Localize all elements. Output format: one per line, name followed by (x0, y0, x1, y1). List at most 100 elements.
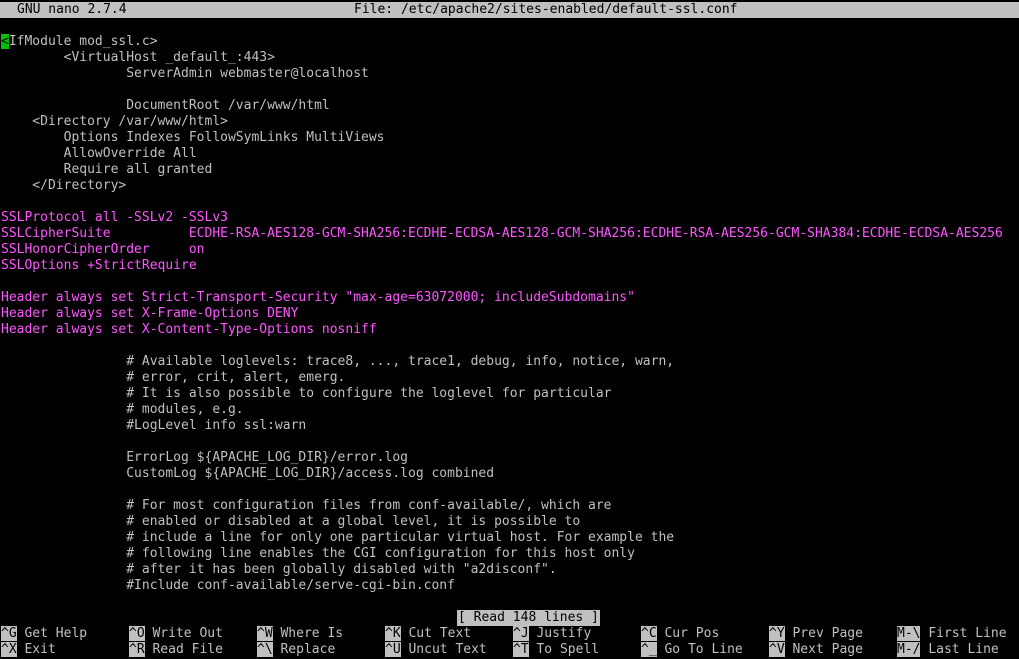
editor-line-text: #Include conf-available/serve-cgi-bin.co… (1, 578, 455, 593)
editor-line[interactable] (1, 434, 1019, 450)
editor-line-text: # For most configuration files from conf… (1, 498, 612, 513)
editor-line[interactable]: Header always set X-Content-Type-Options… (1, 322, 1019, 338)
shortcut-exit[interactable]: ^X Exit (1, 642, 56, 658)
shortcut-next-page[interactable]: ^V Next Page (769, 642, 863, 658)
shortcut-label: Where Is (280, 626, 344, 641)
editor-line-text: # after it has been globally disabled wi… (1, 562, 557, 577)
editor-line[interactable] (1, 338, 1019, 354)
editor-line[interactable]: SSLCipherSuite ECDHE-RSA-AES128-GCM-SHA2… (1, 226, 1019, 242)
shortcut-justify[interactable]: ^J Justify (513, 626, 591, 642)
editor-line[interactable] (1, 274, 1019, 290)
shortcut-key: M-/ (897, 642, 921, 657)
editor-line[interactable] (1, 194, 1019, 210)
shortcut-label: Exit (24, 642, 56, 657)
editor-line-text: Header always set Strict-Transport-Secur… (1, 290, 635, 305)
file-path: File: /etc/apache2/sites-enabled/default… (354, 2, 738, 17)
shortcut-label: Write Out (152, 626, 223, 641)
shortcut-label: Uncut Text (408, 642, 487, 657)
editor-line[interactable]: # include a line for only one particular… (1, 530, 1019, 546)
editor-line-text: SSLCipherSuite ECDHE-RSA-AES128-GCM-SHA2… (1, 226, 1003, 241)
editor-line[interactable]: SSLOptions +StrictRequire (1, 258, 1019, 274)
editor-line-text: # following line enables the CGI configu… (1, 546, 635, 561)
shortcut-prev-page[interactable]: ^Y Prev Page (769, 626, 863, 642)
editor-line-text: Require all granted (1, 162, 213, 177)
editor-line[interactable] (1, 82, 1019, 98)
shortcut-label: Last Line (928, 642, 999, 657)
editor-line-text: SSLOptions +StrictRequire (1, 258, 197, 273)
editor-line[interactable]: Header always set X-Frame-Options DENY (1, 306, 1019, 322)
editor-line[interactable]: SSLHonorCipherOrder on (1, 242, 1019, 258)
editor-line[interactable]: # It is also possible to configure the l… (1, 386, 1019, 402)
shortcut-key: ^C (641, 626, 657, 641)
editor-line-text: Header always set X-Frame-Options DENY (1, 306, 299, 321)
shortcut-uncut-text[interactable]: ^U Uncut Text (385, 642, 487, 658)
editor-line-text: IfModule mod_ssl.c> (8, 34, 158, 49)
shortcut-key: ^T (513, 642, 529, 657)
shortcut-label: Cut Text (408, 626, 472, 641)
shortcut-label: Get Help (24, 626, 88, 641)
shortcut-key: ^U (385, 642, 401, 657)
app-version: GNU nano 2.7.4 (17, 2, 127, 17)
shortcut-write-out[interactable]: ^O Write Out (129, 626, 223, 642)
editor-line-text: # Available loglevels: trace8, ..., trac… (1, 354, 675, 369)
editor-line[interactable]: DocumentRoot /var/www/html (1, 98, 1019, 114)
editor-line-text: # error, crit, alert, emerg. (1, 370, 346, 385)
editor-line-text: CustomLog ${APACHE_LOG_DIR}/access.log c… (1, 466, 495, 481)
editor-line[interactable]: CustomLog ${APACHE_LOG_DIR}/access.log c… (1, 466, 1019, 482)
shortcut-get-help[interactable]: ^G Get Help (1, 626, 87, 642)
editor-line-text: AllowOverride All (1, 146, 197, 161)
editor-line[interactable]: # following line enables the CGI configu… (1, 546, 1019, 562)
shortcut-key: ^W (257, 626, 273, 641)
shortcut-first-line[interactable]: M-\ First Line (897, 626, 1007, 642)
shortcut-replace[interactable]: ^\ Replace (257, 642, 335, 658)
shortcut-label: Go To Line (664, 642, 743, 657)
editor-line-text: DocumentRoot /var/www/html (1, 98, 330, 113)
shortcut-read-file[interactable]: ^R Read File (129, 642, 223, 658)
editor-line[interactable]: SSLProtocol all -SSLv2 -SSLv3 (1, 210, 1019, 226)
editor-line-text: <Directory /var/www/html> (1, 114, 228, 129)
shortcut-key: ^V (769, 642, 785, 657)
editor-line-text: </Directory> (1, 178, 127, 193)
editor-line-text: # include a line for only one particular… (1, 530, 675, 545)
editor-line[interactable]: AllowOverride All (1, 146, 1019, 162)
shortcut-where-is[interactable]: ^W Where Is (257, 626, 343, 642)
editor-line[interactable]: Header always set Strict-Transport-Secur… (1, 290, 1019, 306)
status-message: [ Read 148 lines ] (457, 610, 600, 626)
editor-line[interactable]: <VirtualHost _default_:443> (1, 50, 1019, 66)
shortcut-key: ^X (1, 642, 17, 657)
shortcut-key: ^G (1, 626, 17, 641)
editor-line-text: ServerAdmin webmaster@localhost (1, 66, 369, 81)
shortcut-to-spell[interactable]: ^T To Spell (513, 642, 599, 658)
editor-line[interactable]: ErrorLog ${APACHE_LOG_DIR}/error.log (1, 450, 1019, 466)
editor-line[interactable]: # modules, e.g. (1, 402, 1019, 418)
editor-line[interactable]: </Directory> (1, 178, 1019, 194)
editor-line[interactable]: ServerAdmin webmaster@localhost (1, 66, 1019, 82)
editor-line[interactable]: # error, crit, alert, emerg. (1, 370, 1019, 386)
editor-line[interactable]: <Directory /var/www/html> (1, 114, 1019, 130)
terminal-window[interactable]: GNU nano 2.7.4 File: /etc/apache2/sites-… (0, 0, 1019, 659)
editor-line[interactable]: #Include conf-available/serve-cgi-bin.co… (1, 578, 1019, 594)
editor-line[interactable]: Require all granted (1, 162, 1019, 178)
editor-line[interactable] (1, 482, 1019, 498)
editor-line-text: <VirtualHost _default_:443> (1, 50, 275, 65)
shortcut-label: To Spell (536, 642, 600, 657)
editor-line-text: SSLHonorCipherOrder on (1, 242, 205, 257)
shortcut-cur-pos[interactable]: ^C Cur Pos (641, 626, 719, 642)
shortcut-label: Replace (280, 642, 336, 657)
editor-line[interactable]: # enabled or disabled at a global level,… (1, 514, 1019, 530)
editor-line[interactable]: <IfModule mod_ssl.c> (1, 34, 1019, 50)
editor-line-text: SSLProtocol all -SSLv2 -SSLv3 (1, 210, 228, 225)
editor-line[interactable]: Options Indexes FollowSymLinks MultiView… (1, 130, 1019, 146)
editor-line[interactable]: # For most configuration files from conf… (1, 498, 1019, 514)
editor-line[interactable]: # after it has been globally disabled wi… (1, 562, 1019, 578)
shortcut-label: Read File (152, 642, 223, 657)
shortcut-key: M-\ (897, 626, 921, 641)
shortcut-label: Next Page (792, 642, 863, 657)
shortcut-go-to-line[interactable]: ^_ Go To Line (641, 642, 743, 658)
shortcut-last-line[interactable]: M-/ Last Line (897, 642, 999, 658)
editor-line[interactable]: # Available loglevels: trace8, ..., trac… (1, 354, 1019, 370)
editor-line-text: Options Indexes FollowSymLinks MultiView… (1, 130, 385, 145)
text-cursor: < (1, 34, 9, 49)
editor-line[interactable]: #LogLevel info ssl:warn (1, 418, 1019, 434)
shortcut-cut-text[interactable]: ^K Cut Text (385, 626, 471, 642)
